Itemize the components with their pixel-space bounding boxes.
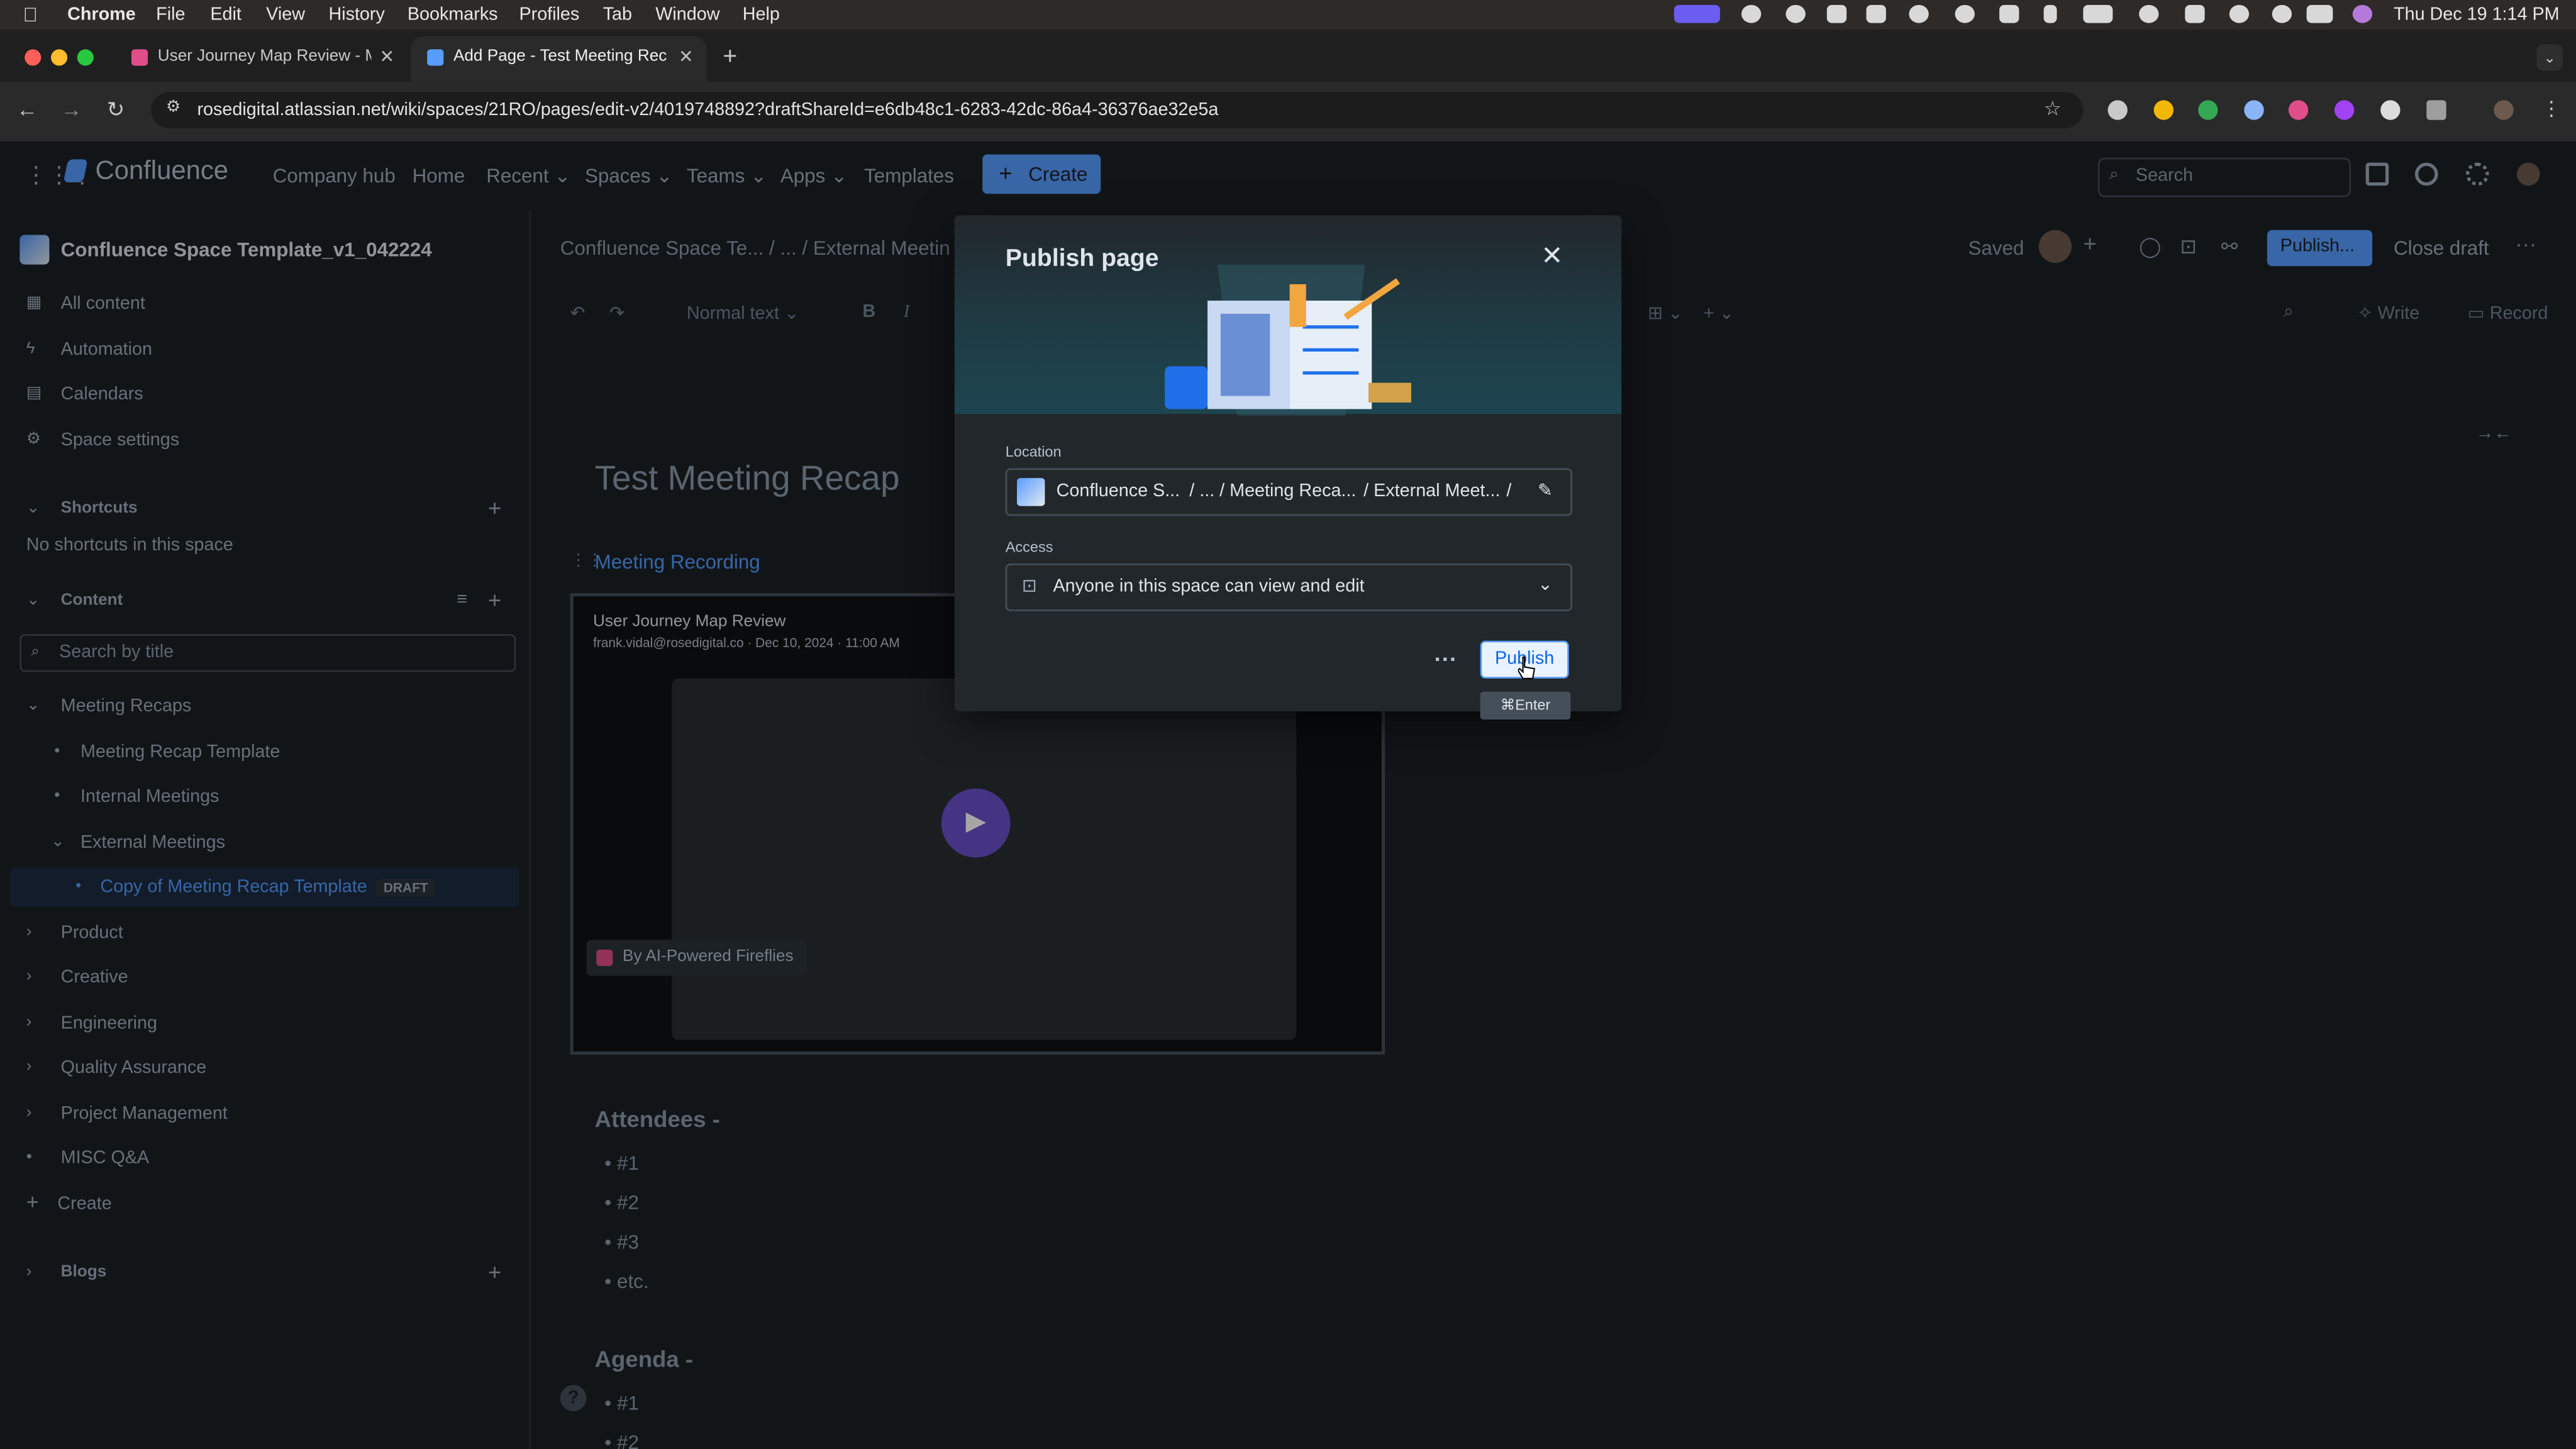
more-options-icon[interactable]: ··· xyxy=(1434,646,1457,672)
grammarly-icon[interactable] xyxy=(1741,4,1762,23)
extension-icon-4[interactable] xyxy=(2244,100,2264,120)
extension-icon-1[interactable] xyxy=(2107,100,2128,120)
tab-search-icon[interactable]: ⌄ xyxy=(2536,44,2563,71)
grammarly-extension-icon[interactable] xyxy=(2380,100,2401,120)
dialog-title: Publish page xyxy=(1005,245,1159,273)
new-tab-icon[interactable]: + xyxy=(723,43,737,70)
location-label: Location xyxy=(1005,443,1062,460)
fireflies-icon xyxy=(131,49,148,66)
keyboard-shortcut-tooltip: ⌘Enter xyxy=(1480,691,1571,720)
onepassword-icon[interactable] xyxy=(1955,4,1975,23)
location-parent: / External Meet... xyxy=(1363,481,1501,501)
screen-record-icon[interactable] xyxy=(1674,4,1721,23)
menu-help[interactable]: Help xyxy=(743,5,780,25)
site-info-icon[interactable]: ⚙ xyxy=(166,99,180,117)
bolt-icon[interactable] xyxy=(1909,4,1929,23)
spotlight-icon[interactable] xyxy=(2272,4,2292,23)
location-path: / ... / Meeting Reca... xyxy=(1189,481,1357,501)
bookmark-star-icon[interactable]: ☆ xyxy=(2044,97,2062,120)
close-icon[interactable]: ✕ xyxy=(1541,240,1563,272)
reload-icon[interactable]: ↻ xyxy=(107,97,125,123)
apple-icon[interactable]:  xyxy=(23,3,38,26)
confluence-icon xyxy=(427,49,444,66)
location-trailing-slash: / xyxy=(1506,481,1512,501)
menu-edit[interactable]: Edit xyxy=(210,5,242,25)
menu-app-name[interactable]: Chrome xyxy=(67,5,136,25)
chevron-down-icon: ⌄ xyxy=(1538,575,1553,595)
status-icon-a[interactable] xyxy=(1866,4,1886,23)
url-text[interactable]: rosedigital.atlassian.net/wiki/spaces/21… xyxy=(197,100,1218,119)
moon-icon[interactable] xyxy=(2139,4,2159,23)
tab-title: Add Page - Test Meeting Rec xyxy=(453,47,667,66)
browser-tab-add-page[interactable]: Add Page - Test Meeting Rec ✕ xyxy=(411,36,707,82)
menu-bookmarks[interactable]: Bookmarks xyxy=(408,5,498,25)
book-illustration-icon xyxy=(1165,264,1411,416)
profile-avatar[interactable] xyxy=(2494,100,2514,120)
unlock-icon: ⊡ xyxy=(1021,576,1037,597)
bluetooth-icon[interactable] xyxy=(2043,4,2057,23)
edit-pencil-icon[interactable]: ✎ xyxy=(1538,480,1553,501)
status-icon-m[interactable] xyxy=(1826,4,1847,23)
dialog-header: Publish page ✕ xyxy=(954,215,1622,416)
control-center-icon[interactable] xyxy=(2306,4,2333,23)
browser-tab-journey[interactable]: User Journey Map Review - M ✕ xyxy=(115,36,408,82)
fireflies-extension-icon[interactable] xyxy=(2288,100,2309,120)
extension-icon-2[interactable] xyxy=(2153,100,2174,120)
menu-history[interactable]: History xyxy=(328,5,384,25)
browser-toolbar: ← → ↻ ⚙ rosedigital.atlassian.net/wiki/s… xyxy=(0,82,2576,142)
drive-extension-icon[interactable] xyxy=(2198,100,2218,120)
forward-icon[interactable]: → xyxy=(61,97,82,121)
display-icon[interactable] xyxy=(1999,4,2019,23)
menu-clock[interactable]: Thu Dec 19 1:14 PM xyxy=(2394,5,2560,25)
battery-icon[interactable] xyxy=(2083,4,2113,23)
cursor-pointer-icon xyxy=(1518,656,1536,679)
menu-view[interactable]: View xyxy=(266,5,305,25)
search-status-icon[interactable] xyxy=(1785,4,1806,23)
back-icon[interactable]: ← xyxy=(16,97,38,121)
location-field[interactable]: Confluence S... / ... / Meeting Reca... … xyxy=(1005,468,1572,516)
play-status-icon[interactable] xyxy=(2229,4,2250,23)
publish-page-dialog: Publish page ✕ Location Confluence S... … xyxy=(954,215,1622,712)
access-select[interactable]: ⊡ Anyone in this space can view and edit… xyxy=(1005,564,1572,611)
window-close-icon[interactable] xyxy=(25,49,42,66)
window-minimize-icon[interactable] xyxy=(50,49,68,66)
space-logo-icon xyxy=(1016,478,1045,506)
address-bar[interactable]: ⚙ rosedigital.atlassian.net/wiki/spaces/… xyxy=(151,92,2084,128)
menu-file[interactable]: File xyxy=(156,5,185,25)
menu-profiles[interactable]: Profiles xyxy=(519,5,579,25)
extensions-puzzle-icon[interactable] xyxy=(2426,100,2446,120)
wifi-icon[interactable] xyxy=(2185,4,2205,23)
tab-close-icon[interactable]: ✕ xyxy=(679,46,694,67)
chrome-menu-icon[interactable]: ⋮ xyxy=(2541,97,2561,120)
access-value: Anyone in this space can view and edit xyxy=(1053,576,1365,597)
siri-icon[interactable] xyxy=(2352,4,2373,23)
extension-icon-6[interactable] xyxy=(2334,100,2355,120)
tab-title: User Journey Map Review - M xyxy=(157,47,372,66)
access-label: Access xyxy=(1005,538,1053,555)
tab-close-icon[interactable]: ✕ xyxy=(379,46,394,67)
menu-window[interactable]: Window xyxy=(655,5,719,25)
window-zoom-icon[interactable] xyxy=(77,49,94,66)
macos-menu-bar:  Chrome File Edit View History Bookmark… xyxy=(0,0,2576,30)
location-space: Confluence S... xyxy=(1056,481,1180,501)
menu-tab[interactable]: Tab xyxy=(603,5,632,25)
